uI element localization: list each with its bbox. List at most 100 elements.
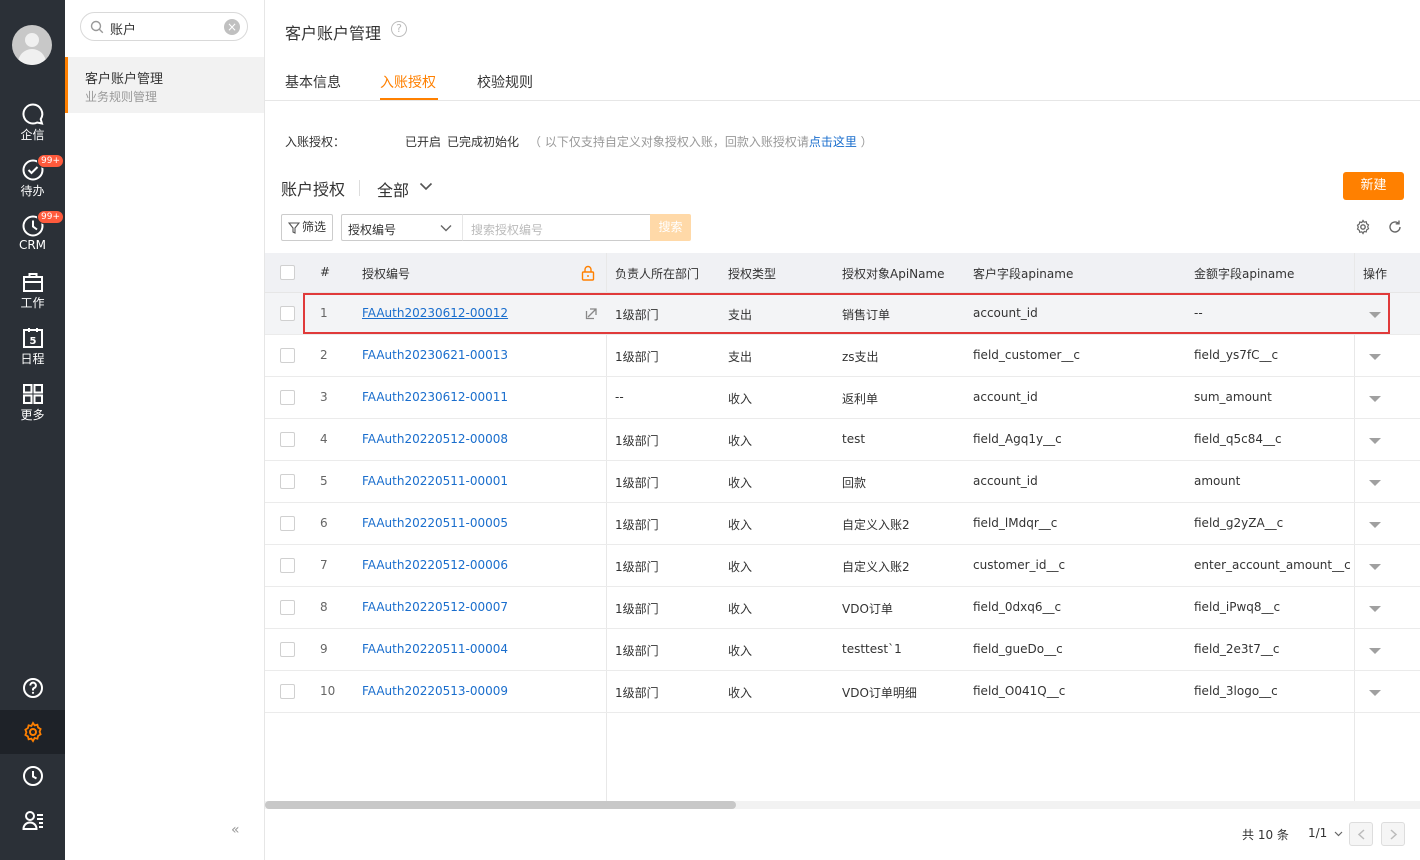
row-checkbox[interactable]	[280, 306, 295, 321]
row-actions-dropdown-icon[interactable]	[1369, 648, 1381, 654]
column-header-type[interactable]: 授权类型	[728, 265, 776, 282]
row-actions-dropdown-icon[interactable]	[1369, 564, 1381, 570]
scope-dropdown[interactable]: 全部	[377, 177, 409, 201]
auth-code-link[interactable]: FAAuth20220512-00008	[362, 432, 508, 446]
row-actions-dropdown-icon[interactable]	[1369, 396, 1381, 402]
click-here-link[interactable]: 点击这里	[809, 135, 857, 149]
column-header-customer-field[interactable]: 客户字段apiname	[973, 265, 1073, 282]
column-header-dept[interactable]: 负责人所在部门	[615, 265, 699, 282]
row-actions-dropdown-icon[interactable]	[1369, 522, 1381, 528]
next-page-button[interactable]	[1381, 822, 1405, 846]
table-row[interactable]: 4 FAAuth20220512-00008 1级部门 收入 test field_Agq…	[265, 419, 1420, 461]
table-row[interactable]: 7 FAAuth20220512-00006 1级部门 收入 自定义入账2 custome…	[265, 545, 1420, 587]
tab-basic-info[interactable]: 基本信息	[285, 72, 341, 92]
prev-page-button[interactable]	[1349, 822, 1373, 846]
amount-field-cell: field_3logo__c	[1194, 684, 1278, 698]
tab-validation-rules[interactable]: 校验规则	[477, 72, 533, 92]
rail-item-todo[interactable]: 99+ 待办	[0, 152, 65, 206]
auth-code-link[interactable]: FAAuth20230612-00012	[362, 306, 508, 320]
rail-item-work[interactable]: 工作	[0, 264, 65, 318]
rail-item-more[interactable]: 更多	[0, 376, 65, 430]
tab-bar: 基本信息 入账授权 校验规则	[265, 58, 1420, 101]
dept-cell: 1级部门	[615, 560, 659, 574]
auth-code-link[interactable]: FAAuth20230621-00013	[362, 348, 508, 362]
rail-history-button[interactable]	[0, 754, 65, 798]
search-button[interactable]: 搜索	[650, 214, 691, 241]
refresh-icon[interactable]	[1387, 219, 1403, 235]
table-row[interactable]: 10 FAAuth20220513-00009 1级部门 收入 VDO订单明细 field…	[265, 671, 1420, 713]
table-row[interactable]: 1 FAAuth20230612-00012 1级部门 支出 销售订单 account_i…	[265, 293, 1420, 335]
row-checkbox[interactable]	[280, 684, 295, 699]
chevron-down-icon[interactable]	[419, 182, 433, 191]
avatar[interactable]	[12, 25, 52, 65]
open-detail-icon[interactable]	[585, 306, 599, 320]
chevron-right-icon	[1390, 829, 1398, 840]
row-checkbox[interactable]	[280, 642, 295, 657]
auth-code-link[interactable]: FAAuth20220512-00007	[362, 600, 508, 614]
rail-item-crm[interactable]: 99+ CRM	[0, 208, 65, 262]
rail-help-button[interactable]	[0, 666, 65, 710]
dept-cell: --	[615, 390, 624, 404]
table-row[interactable]: 6 FAAuth20220511-00005 1级部门 收入 自定义入账2 field_l…	[265, 503, 1420, 545]
type-cell: 支出	[728, 350, 753, 364]
type-cell: 收入	[728, 686, 753, 700]
secondary-panel: 账户 × 客户账户管理 业务规则管理 «	[65, 0, 265, 860]
row-actions-dropdown-icon[interactable]	[1369, 690, 1381, 696]
row-checkbox[interactable]	[280, 600, 295, 615]
collapse-panel-button[interactable]: «	[231, 822, 240, 838]
object-cell: 自定义入账2	[842, 518, 910, 532]
column-header-amount-field[interactable]: 金额字段apiname	[1194, 265, 1294, 282]
menu-item-title: 客户账户管理	[85, 72, 164, 87]
rail-contacts-button[interactable]	[0, 798, 65, 842]
menu-item-customer-account[interactable]: 客户账户管理 业务规则管理	[65, 57, 264, 113]
customer-field-cell: account_id	[973, 306, 1038, 320]
dept-cell: 1级部门	[615, 308, 659, 322]
new-button[interactable]: 新建	[1343, 172, 1404, 200]
select-all-checkbox[interactable]	[280, 265, 295, 280]
table-row[interactable]: 8 FAAuth20220512-00007 1级部门 收入 VDO订单 field_0d…	[265, 587, 1420, 629]
search-input[interactable]: 搜索授权编号	[462, 214, 651, 241]
amount-field-cell: field_2e3t7__c	[1194, 642, 1280, 656]
table-row[interactable]: 9 FAAuth20220511-00004 1级部门 收入 testtest`1 fie…	[265, 629, 1420, 671]
type-cell: 收入	[728, 392, 753, 406]
main-content: 客户账户管理 ? 基本信息 入账授权 校验规则 入账授权： 已开启 已完成初始化…	[265, 0, 1420, 860]
todo-badge: 99+	[37, 154, 64, 168]
row-index: 7	[320, 558, 328, 572]
type-cell: 收入	[728, 518, 753, 532]
menu-search-input[interactable]: 账户 ×	[80, 12, 248, 41]
column-header-code[interactable]: 授权编号	[362, 265, 410, 282]
info-note: （ 以下仅支持自定义对象授权入账，回款入账授权请点击这里 ）	[529, 133, 873, 150]
column-header-object[interactable]: 授权对象ApiName	[842, 265, 945, 282]
row-checkbox[interactable]	[280, 390, 295, 405]
auth-code-link[interactable]: FAAuth20220512-00006	[362, 558, 508, 572]
rail-item-messages[interactable]: 企信	[0, 96, 65, 150]
table-row[interactable]: 3 FAAuth20230612-00011 -- 收入 返利单 account_id su…	[265, 377, 1420, 419]
row-actions-dropdown-icon[interactable]	[1369, 312, 1381, 318]
row-actions-dropdown-icon[interactable]	[1369, 480, 1381, 486]
help-icon[interactable]: ?	[391, 21, 407, 37]
auth-code-link[interactable]: FAAuth20220513-00009	[362, 684, 508, 698]
rail-settings-button[interactable]	[0, 710, 65, 754]
row-actions-dropdown-icon[interactable]	[1369, 438, 1381, 444]
search-field-select[interactable]: 授权编号	[341, 214, 463, 241]
filter-button[interactable]: 筛选	[281, 214, 333, 241]
row-checkbox[interactable]	[280, 348, 295, 363]
tab-entry-authorization[interactable]: 入账授权	[380, 72, 436, 92]
auth-code-link[interactable]: FAAuth20220511-00001	[362, 474, 508, 488]
rail-item-calendar[interactable]: 5 日程	[0, 320, 65, 374]
page-size-select[interactable]: 1/1	[1308, 826, 1343, 840]
row-checkbox[interactable]	[280, 516, 295, 531]
settings-icon[interactable]	[1355, 219, 1371, 235]
row-checkbox[interactable]	[280, 558, 295, 573]
row-checkbox[interactable]	[280, 432, 295, 447]
clear-icon[interactable]: ×	[224, 19, 240, 35]
auth-code-link[interactable]: FAAuth20220511-00004	[362, 642, 508, 656]
row-checkbox[interactable]	[280, 474, 295, 489]
row-actions-dropdown-icon[interactable]	[1369, 354, 1381, 360]
row-actions-dropdown-icon[interactable]	[1369, 606, 1381, 612]
horizontal-scrollbar-thumb[interactable]	[265, 801, 736, 809]
table-row[interactable]: 5 FAAuth20220511-00001 1级部门 收入 回款 account_id a…	[265, 461, 1420, 503]
auth-code-link[interactable]: FAAuth20220511-00005	[362, 516, 508, 530]
auth-code-link[interactable]: FAAuth20230612-00011	[362, 390, 508, 404]
table-row[interactable]: 2 FAAuth20230621-00013 1级部门 支出 zs支出 field_cus…	[265, 335, 1420, 377]
